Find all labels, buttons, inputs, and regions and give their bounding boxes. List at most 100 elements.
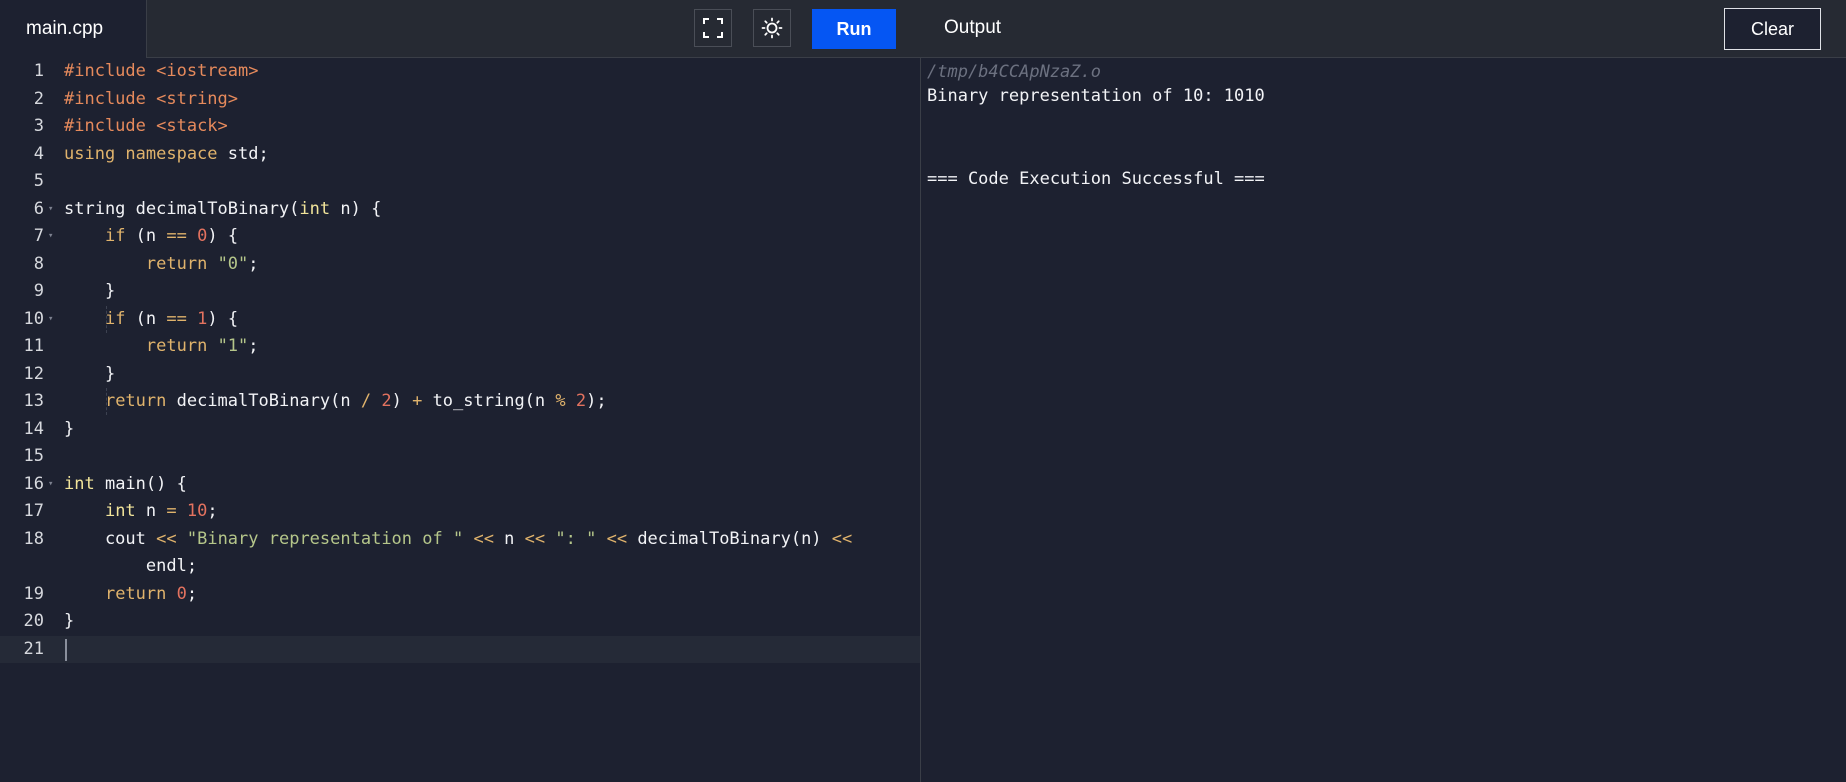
code-token: 1 <box>197 309 208 329</box>
code-line[interactable]: 11 return "1"; <box>0 333 920 360</box>
fold-arrow-icon[interactable]: ▾ <box>48 223 53 250</box>
code-token: main() { <box>94 474 187 494</box>
fold-arrow-icon[interactable]: ▾ <box>48 471 53 498</box>
code-text: } <box>64 416 74 443</box>
code-line[interactable]: 2 #include <string> <box>0 86 920 113</box>
code-token: return <box>104 391 167 411</box>
code-line[interactable]: 15 <box>0 443 920 470</box>
code-line[interactable]: 4 using namespace std; <box>0 141 920 168</box>
code-text: } <box>64 608 74 635</box>
code-token: << <box>606 529 628 549</box>
code-line[interactable]: 8 return "0"; <box>0 251 920 278</box>
line-number: 5 <box>33 171 44 191</box>
code-text: int main() { <box>64 471 187 498</box>
code-token: 0 <box>197 226 208 246</box>
line-number: 11 <box>23 336 44 356</box>
text-cursor <box>65 639 67 661</box>
line-number: 12 <box>23 364 44 384</box>
code-token: n <box>493 529 525 549</box>
online-compiler: main.cpp Run Output Clear 1 #include <io… <box>0 0 1846 782</box>
code-text: using namespace std; <box>64 141 269 168</box>
code-token: (n <box>125 226 167 246</box>
code-line[interactable]: 21 <box>0 636 920 663</box>
code-line[interactable]: 20} <box>0 608 920 635</box>
code-token: + <box>412 391 423 411</box>
code-line[interactable]: 1 #include <iostream> <box>0 58 920 85</box>
code-token: "0" <box>217 254 249 274</box>
code-token: int <box>64 474 95 494</box>
clear-button[interactable]: Clear <box>1724 8 1821 50</box>
line-number: 7 <box>33 226 44 246</box>
code-line[interactable]: 9 } <box>0 278 920 305</box>
code-text: string decimalToBinary(int n) { <box>64 196 381 223</box>
code-text: int n = 10; <box>64 498 218 525</box>
code-token: } <box>64 611 75 631</box>
fold-arrow-icon[interactable]: ▾ <box>48 196 53 223</box>
code-line[interactable]: 17 int n = 10; <box>0 498 920 525</box>
code-token: << <box>156 529 177 549</box>
code-token: ); <box>586 391 607 411</box>
line-number: 20 <box>23 611 44 631</box>
code-line[interactable]: 5 <box>0 168 920 195</box>
fold-arrow-icon[interactable]: ▾ <box>48 306 53 333</box>
pane-divider[interactable] <box>920 58 921 782</box>
code-token: return <box>104 584 167 604</box>
code-line[interactable]: 19 return 0; <box>0 581 920 608</box>
code-editor[interactable]: 1 #include <iostream> 2 #include <string> 3 #… <box>0 58 920 782</box>
code-line[interactable]: 12 } <box>0 361 920 388</box>
code-token: <stack> <box>156 116 228 136</box>
code-line[interactable]: 16 ▾ int main() { <box>0 471 920 498</box>
line-number: 6 <box>33 199 44 219</box>
code-token: 10 <box>186 501 208 521</box>
code-text: #include <string> <box>64 86 238 113</box>
code-token: decimalToBinary(n) <box>627 529 832 549</box>
code-line[interactable]: 18 cout << "Binary representation of " <… <box>0 526 920 553</box>
fullscreen-button[interactable] <box>694 9 732 47</box>
code-token: % <box>555 391 566 411</box>
code-token: ) { <box>207 309 239 329</box>
code-line[interactable]: 3 #include <stack> <box>0 113 920 140</box>
line-number: 14 <box>23 419 44 439</box>
code-token: #include <box>64 61 157 81</box>
code-line[interactable]: 10 ▾ if (n == 1) { <box>0 306 920 333</box>
code-text: return decimalToBinary(n / 2) + to_strin… <box>64 388 607 415</box>
line-number: 21 <box>23 639 44 659</box>
code-token: if <box>104 226 126 246</box>
code-token: "1" <box>217 336 249 356</box>
code-line[interactable]: 6 ▾ string decimalToBinary(int n) { <box>0 196 920 223</box>
theme-toggle-button[interactable] <box>753 9 791 47</box>
code-line[interactable]: 14} <box>0 416 920 443</box>
code-token: #include <box>64 89 157 109</box>
code-text: #include <stack> <box>64 113 228 140</box>
code-token: cout <box>64 529 157 549</box>
code-text: return "0"; <box>64 251 259 278</box>
line-number: 13 <box>23 391 44 411</box>
output-status: === Code Execution Successful === <box>927 169 1265 189</box>
line-number: 10 <box>23 309 44 329</box>
code-line[interactable]: 7 ▾ if (n == 0) { <box>0 223 920 250</box>
code-text: if (n == 0) { <box>64 223 238 250</box>
code-token: string decimalToBinary( <box>64 199 300 219</box>
code-token: = <box>166 501 177 521</box>
file-tab-main-cpp[interactable]: main.cpp <box>0 0 147 58</box>
code-line[interactable]: 13 return decimalToBinary(n / 2) + to_st… <box>0 388 920 415</box>
code-token: } <box>64 364 116 384</box>
code-token: } <box>64 281 116 301</box>
code-token: ; <box>248 254 259 274</box>
run-button[interactable]: Run <box>812 9 896 49</box>
code-token: using namespace <box>64 144 228 164</box>
line-number: 1 <box>33 61 44 81</box>
line-number: 16 <box>23 474 44 494</box>
code-token: <iostream> <box>156 61 259 81</box>
code-line[interactable]: endl; <box>0 553 920 580</box>
toolbar: main.cpp Run Output Clear <box>0 0 1846 58</box>
